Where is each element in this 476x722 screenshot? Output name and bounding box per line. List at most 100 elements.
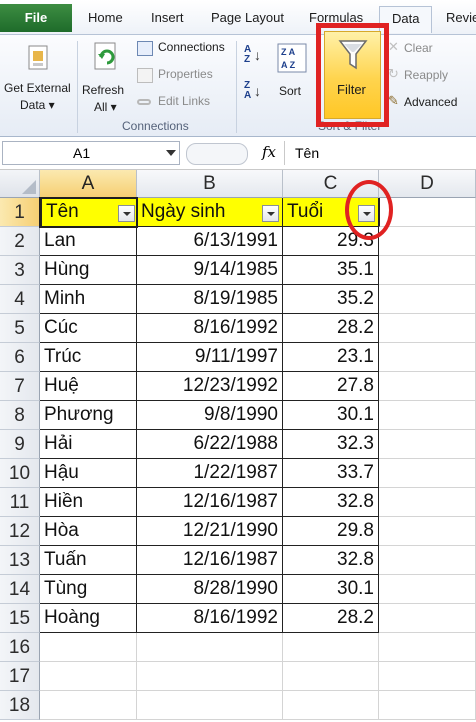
table-cell[interactable]: Lan [40,227,137,256]
table-cell[interactable]: 33.7 [283,459,379,488]
row-header[interactable]: 12 [0,517,40,546]
empty-cell[interactable] [379,285,476,314]
empty-cell[interactable] [379,488,476,517]
empty-cell[interactable] [379,343,476,372]
row-header[interactable]: 10 [0,459,40,488]
empty-cell[interactable] [283,691,379,720]
refresh-all-button[interactable]: Refresh All ▾ [80,37,132,117]
column-header-d[interactable]: D [379,170,476,198]
header-cell[interactable]: Ngày sinh [137,198,283,227]
column-header-a[interactable]: A [40,170,137,198]
properties-button[interactable]: Properties [137,67,235,85]
advanced-button[interactable]: ✎ Advanced [388,93,474,112]
table-cell[interactable]: Tuấn [40,546,137,575]
table-cell[interactable]: Minh [40,285,137,314]
empty-cell[interactable] [137,691,283,720]
table-cell[interactable]: 9/14/1985 [137,256,283,285]
reapply-button[interactable]: ↻ Reapply [388,66,468,85]
table-cell[interactable]: 8/16/1992 [137,314,283,343]
connections-button[interactable]: Connections [137,40,235,58]
table-cell[interactable]: 30.1 [283,575,379,604]
empty-cell[interactable] [379,314,476,343]
empty-cell[interactable] [379,430,476,459]
table-cell[interactable]: 28.2 [283,604,379,633]
table-cell[interactable]: Hiền [40,488,137,517]
empty-cell[interactable] [379,546,476,575]
row-header[interactable]: 11 [0,488,40,517]
table-cell[interactable]: 1/22/1987 [137,459,283,488]
empty-cell[interactable] [379,227,476,256]
sort-z-to-a-button[interactable]: ZA ↓ [244,81,266,105]
row-header[interactable]: 8 [0,401,40,430]
header-cell[interactable]: Tên [40,198,137,227]
table-cell[interactable]: Phương [40,401,137,430]
row-header[interactable]: 14 [0,575,40,604]
table-cell[interactable]: 12/21/1990 [137,517,283,546]
table-cell[interactable]: 28.2 [283,314,379,343]
empty-cell[interactable] [137,633,283,662]
row-header[interactable]: 16 [0,633,40,662]
row-header[interactable]: 13 [0,546,40,575]
table-cell[interactable]: 6/13/1991 [137,227,283,256]
name-box-dropdown-icon[interactable] [166,150,176,156]
row-header[interactable]: 5 [0,314,40,343]
table-cell[interactable]: 32.8 [283,546,379,575]
table-cell[interactable]: Hòa [40,517,137,546]
empty-cell[interactable] [379,633,476,662]
table-cell[interactable]: Hải [40,430,137,459]
empty-cell[interactable] [379,372,476,401]
name-box[interactable]: A1 [2,141,180,165]
tab-page-layout[interactable]: Page Layout [211,6,284,32]
empty-cell[interactable] [283,662,379,691]
select-all-corner[interactable] [0,170,40,198]
table-cell[interactable]: 8/19/1985 [137,285,283,314]
filter-dropdown-button[interactable] [118,205,135,222]
row-header[interactable]: 15 [0,604,40,633]
empty-cell[interactable] [379,401,476,430]
get-external-data-button[interactable]: Get External Data ▾ [2,37,76,117]
row-header[interactable]: 9 [0,430,40,459]
row-header[interactable]: 18 [0,691,40,720]
edit-links-button[interactable]: Edit Links [137,94,235,112]
clear-button[interactable]: ✕ Clear [388,39,468,58]
table-cell[interactable]: 8/16/1992 [137,604,283,633]
table-cell[interactable]: 32.8 [283,488,379,517]
table-cell[interactable]: 9/8/1990 [137,401,283,430]
table-cell[interactable]: Huệ [40,372,137,401]
empty-cell[interactable] [379,517,476,546]
filter-dropdown-button[interactable] [262,205,279,222]
table-cell[interactable]: Hậu [40,459,137,488]
table-cell[interactable]: Trúc [40,343,137,372]
empty-cell[interactable] [379,256,476,285]
formula-input[interactable]: Tên [284,141,474,165]
empty-cell[interactable] [40,691,137,720]
insert-function-icon[interactable]: fx [262,143,276,161]
empty-cell[interactable] [379,662,476,691]
table-cell[interactable]: 9/11/1997 [137,343,283,372]
sort-a-to-z-button[interactable]: AZ ↓ [244,45,266,69]
column-header-b[interactable]: B [137,170,283,198]
table-cell[interactable]: Cúc [40,314,137,343]
table-cell[interactable]: 30.1 [283,401,379,430]
row-header[interactable]: 4 [0,285,40,314]
empty-cell[interactable] [40,633,137,662]
empty-cell[interactable] [379,198,476,227]
table-cell[interactable]: 23.1 [283,343,379,372]
table-cell[interactable]: Tùng [40,575,137,604]
empty-cell[interactable] [379,459,476,488]
table-cell[interactable]: Hùng [40,256,137,285]
table-cell[interactable]: 27.8 [283,372,379,401]
tab-home[interactable]: Home [88,6,123,32]
empty-cell[interactable] [379,691,476,720]
tab-insert[interactable]: Insert [151,6,184,32]
row-header[interactable]: 7 [0,372,40,401]
row-header[interactable]: 2 [0,227,40,256]
table-cell[interactable]: 35.2 [283,285,379,314]
tab-review[interactable]: Revie [446,6,476,32]
table-cell[interactable]: 6/22/1988 [137,430,283,459]
tab-file[interactable]: File [0,4,72,32]
row-header[interactable]: 1 [0,198,40,227]
empty-cell[interactable] [137,662,283,691]
table-cell[interactable]: 35.1 [283,256,379,285]
table-cell[interactable]: 12/23/1992 [137,372,283,401]
